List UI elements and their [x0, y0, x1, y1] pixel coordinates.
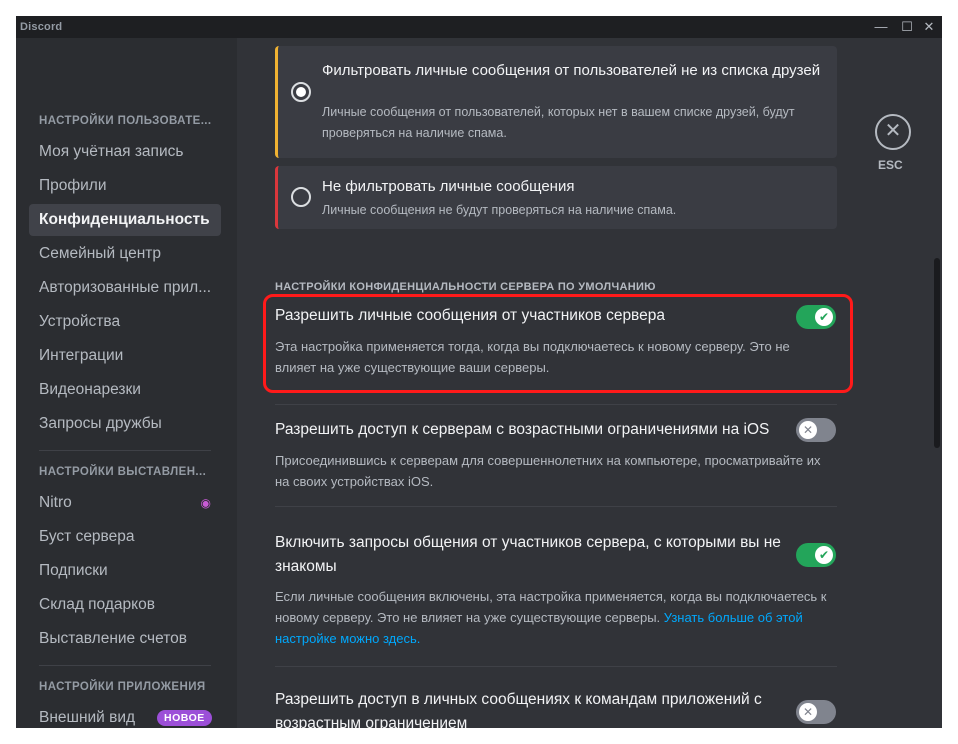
sidebar-item-subscriptions[interactable]: Подписки [29, 555, 221, 587]
sidebar-item-label: Внешний вид [39, 709, 136, 726]
setting-title-age-restricted-ios: Разрешить доступ к серверам с возрастным… [275, 421, 770, 438]
radio-option-filter-non-friends[interactable]: Фильтровать личные сообщения от пользова… [275, 46, 837, 158]
x-icon: ✕ [799, 421, 817, 439]
sidebar-section-billing-settings: НАСТРОЙКИ ВЫСТАВЛЕН... [39, 466, 207, 478]
settings-divider [275, 404, 837, 405]
close-settings-button[interactable]: ✕ [875, 114, 911, 150]
setting-description-message-requests: Если личные сообщения включены, эта наст… [275, 586, 837, 649]
close-window-button[interactable]: ✕ [914, 16, 942, 38]
app-title: Discord [20, 21, 63, 33]
toggle-age-restricted-commands[interactable]: ✕ [796, 700, 836, 724]
setting-description-allow-dms: Эта настройка применяется тогда, когда в… [275, 339, 790, 375]
settings-divider [275, 506, 837, 507]
sidebar-item-family-center[interactable]: Семейный центр [29, 238, 221, 270]
check-icon: ✔ [815, 308, 833, 326]
privacy-settings-content: Фильтровать личные сообщения от пользова… [237, 38, 942, 728]
sidebar-item-profiles[interactable]: Профили [29, 170, 221, 202]
title-bar: Discord — ☐ ✕ [16, 16, 942, 38]
radio-option-description: Личные сообщения от пользователей, котор… [322, 105, 795, 140]
sidebar-divider [39, 450, 211, 451]
section-header-server-privacy-defaults: НАСТРОЙКИ КОНФИДЕНЦИАЛЬНОСТИ СЕРВЕРА ПО … [275, 281, 656, 293]
sidebar-section-app-settings: НАСТРОЙКИ ПРИЛОЖЕНИЯ [39, 681, 206, 693]
radio-button[interactable] [291, 187, 311, 207]
sidebar-item-friend-requests[interactable]: Запросы дружбы [29, 408, 221, 440]
x-icon: ✕ [799, 703, 817, 721]
nitro-icon: ◉ [200, 496, 211, 510]
sidebar-item-integrations[interactable]: Интеграции [29, 340, 221, 372]
setting-title-allow-dms: Разрешить личные сообщения от участников… [275, 307, 665, 324]
sidebar-item-clips[interactable]: Видеонарезки [29, 374, 221, 406]
sidebar-item-appearance[interactable]: Внешний вид НОВОЕ [29, 702, 221, 728]
discord-window: Discord — ☐ ✕ НАСТРОЙКИ ПОЛЬЗОВАТЕ... Мо… [16, 16, 942, 728]
sidebar-item-gift-inventory[interactable]: Склад подарков [29, 589, 221, 621]
sidebar-item-billing[interactable]: Выставление счетов [29, 623, 221, 655]
scrollbar[interactable] [934, 38, 942, 728]
sidebar-item-server-boost[interactable]: Буст сервера [29, 521, 221, 553]
radio-button-selected[interactable] [291, 82, 311, 102]
setting-title-age-restricted-commands: Разрешить доступ в личных сообщениях к к… [275, 691, 762, 728]
sidebar-item-privacy[interactable]: Конфиденциальность [29, 204, 221, 236]
sidebar-section-user-settings: НАСТРОЙКИ ПОЛЬЗОВАТЕ... [39, 115, 212, 127]
sidebar-item-devices[interactable]: Устройства [29, 306, 221, 338]
esc-label: ESC [878, 158, 903, 172]
new-badge: НОВОЕ [157, 710, 212, 726]
radio-option-title: Не фильтровать личные сообщения [322, 178, 575, 195]
settings-sidebar: НАСТРОЙКИ ПОЛЬЗОВАТЕ... Моя учётная запи… [16, 38, 237, 728]
setting-title-message-requests: Включить запросы общения от участников с… [275, 534, 781, 575]
settings-divider [275, 666, 837, 667]
toggle-message-requests[interactable]: ✔ [796, 543, 836, 567]
radio-option-description: Личные сообщения не будут проверяться на… [322, 203, 677, 217]
radio-option-no-filter[interactable]: Не фильтровать личные сообщения Личные с… [275, 166, 837, 229]
sidebar-item-label: Nitro [39, 494, 72, 511]
toggle-allow-dms[interactable]: ✔ [796, 305, 836, 329]
sidebar-item-authorized-apps[interactable]: Авторизованные прил... [29, 272, 221, 304]
check-icon: ✔ [815, 546, 833, 564]
radio-dot [296, 87, 306, 97]
sidebar-divider [39, 665, 211, 666]
sidebar-item-nitro[interactable]: Nitro ◉ [29, 487, 221, 519]
sidebar-item-my-account[interactable]: Моя учётная запись [29, 136, 221, 168]
radio-option-title: Фильтровать личные сообщения от пользова… [322, 62, 821, 79]
scrollbar-thumb[interactable] [934, 258, 940, 448]
toggle-age-restricted-ios[interactable]: ✕ [796, 418, 836, 442]
setting-description-age-restricted-ios: Присоединившись к серверам для совершенн… [275, 453, 821, 489]
